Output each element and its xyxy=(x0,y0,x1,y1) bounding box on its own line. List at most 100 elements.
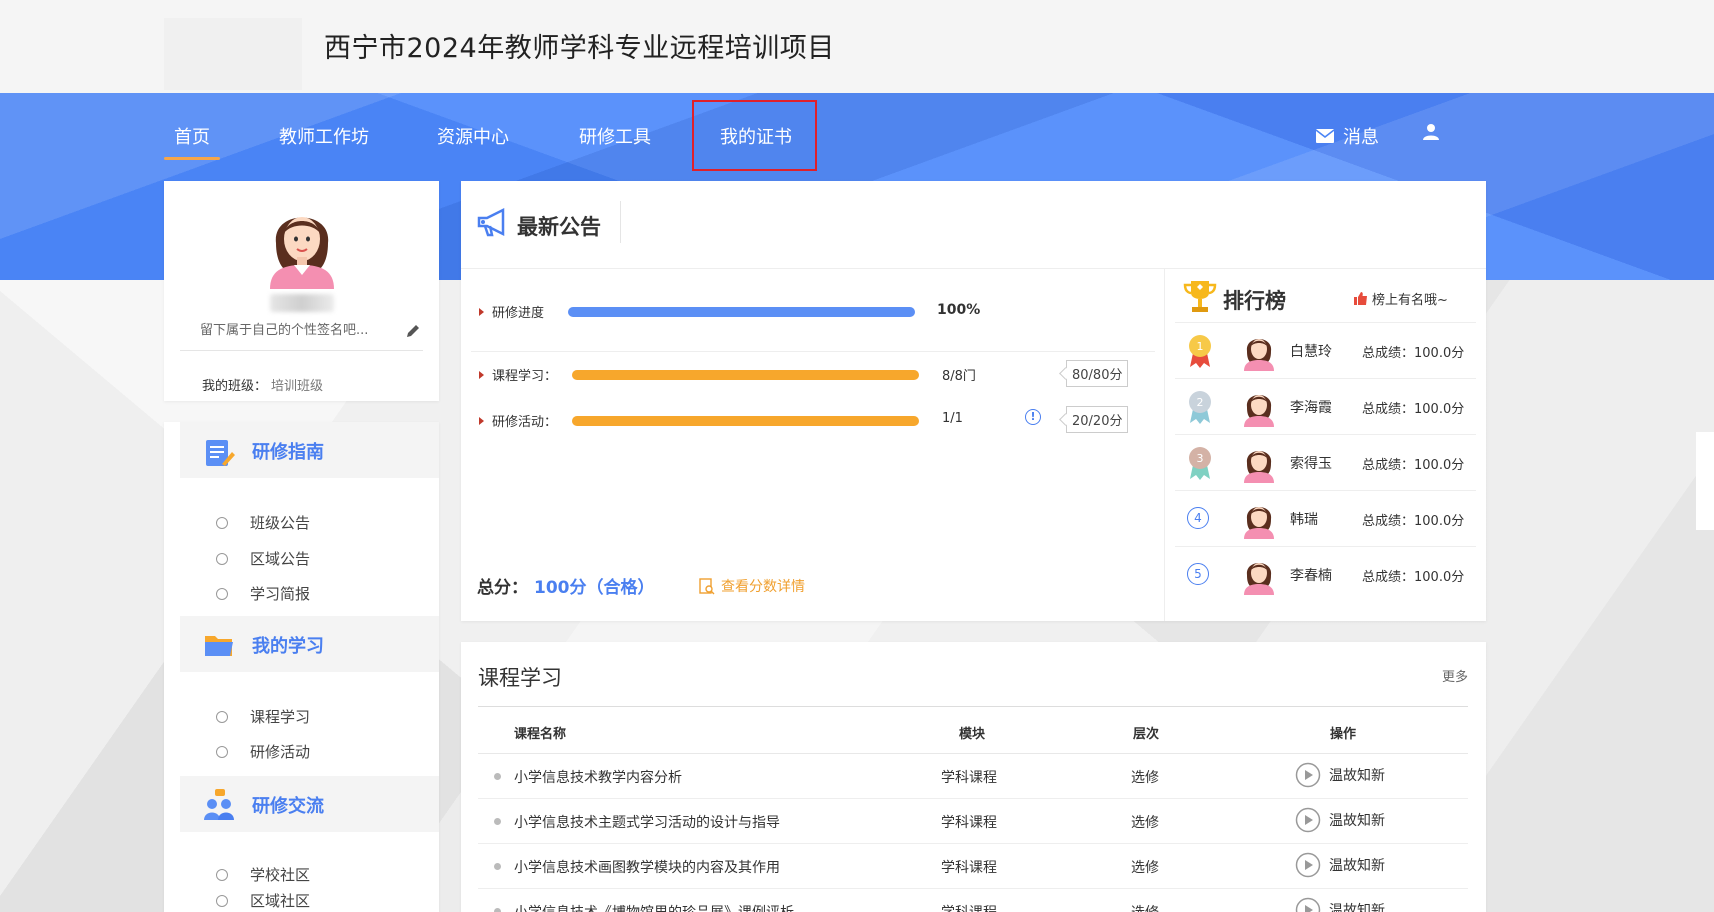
course-name[interactable]: 小学信息技术画图教学模块的内容及其作用 xyxy=(514,857,914,877)
bronze-medal-icon: 3 xyxy=(1189,447,1211,480)
signature-placeholder: 留下属于自己的个性签名吧... xyxy=(200,323,369,338)
ranking-name: 韩瑞 xyxy=(1290,512,1318,528)
ranking-name: 李春楠 xyxy=(1290,568,1332,584)
nav-item-tools[interactable]: 研修工具 xyxy=(579,123,651,149)
review-button[interactable]: 温故知新 xyxy=(1295,852,1385,878)
nav-item-resources[interactable]: 资源中心 xyxy=(437,123,509,149)
course-level: 选修 xyxy=(1131,860,1159,876)
messages-button[interactable]: 消息 xyxy=(1315,123,1379,149)
overall-progress-value: 100% xyxy=(937,302,981,318)
ranking-row[interactable]: 4 韩瑞 总成绩：100.0分 xyxy=(1175,491,1476,547)
activity-progress-label: 研修活动： xyxy=(479,411,557,430)
menu-section-exchange[interactable]: 研修交流 xyxy=(180,776,439,832)
notepad-icon xyxy=(206,440,235,466)
course-name[interactable]: 小学信息技术《博物馆里的珍品展》课例评析 xyxy=(514,902,914,912)
mail-icon xyxy=(1315,129,1335,143)
thumbs-up-icon xyxy=(1354,292,1367,305)
total-value: 100分（合格） xyxy=(534,578,655,598)
activity-score-tag: 20/20分 xyxy=(1066,406,1129,433)
avatar[interactable] xyxy=(262,199,342,289)
course-name[interactable]: 小学信息技术教学内容分析 xyxy=(514,767,914,787)
course-section-title: 课程学习 xyxy=(478,666,562,690)
table-row: 小学信息技术主题式学习活动的设计与指导 学科课程 选修 温故知新 xyxy=(478,799,1468,844)
ranking-score: 总成绩：100.0分 xyxy=(1362,570,1465,585)
progress-panel: 研修进度 100% 课程学习： 8/8门 80/80分 研修活动： 1/1 ! … xyxy=(461,269,1165,621)
gold-medal-icon: 1 xyxy=(1189,335,1211,368)
document-search-icon xyxy=(699,577,715,594)
column-header: 课程名称 xyxy=(514,727,567,742)
avatar xyxy=(1244,507,1274,539)
menu-section-title: 研修交流 xyxy=(252,796,324,817)
group-chat-icon xyxy=(204,789,234,820)
ranking-score: 总成绩：100.0分 xyxy=(1362,346,1465,361)
overall-progress-fill xyxy=(568,307,915,317)
table-row: 小学信息技术《博物馆里的珍品展》课例评析 学科课程 选修 温故知新 xyxy=(478,889,1468,912)
menu-item-activities[interactable]: 研修活动 xyxy=(216,741,310,762)
course-score-tag: 80/80分 xyxy=(1066,360,1129,387)
avatar xyxy=(1244,563,1274,595)
course-level: 选修 xyxy=(1131,902,1159,912)
svg-text:3: 3 xyxy=(1197,452,1204,465)
course-module: 学科课程 xyxy=(941,815,997,831)
table-row: 小学信息技术教学内容分析 学科课程 选修 温故知新 xyxy=(478,754,1468,799)
ranking-subtitle: 榜上有名哦~ xyxy=(1353,289,1448,308)
side-menu: 研修指南 班级公告 区域公告 学习简报 我的学习 课程学习 研修活动 研修交流 … xyxy=(164,422,439,912)
megaphone-icon xyxy=(477,207,505,237)
floating-side-tab[interactable] xyxy=(1696,432,1714,530)
table-header: 课程名称 模块 层次 操作 xyxy=(478,706,1468,754)
course-level: 选修 xyxy=(1131,770,1159,786)
rank-number: 5 xyxy=(1187,563,1209,585)
menu-item-class-announcements[interactable]: 班级公告 xyxy=(216,512,310,533)
review-button[interactable]: 温故知新 xyxy=(1295,807,1385,833)
menu-item-study-briefing[interactable]: 学习简报 xyxy=(216,583,310,604)
pencil-icon[interactable] xyxy=(405,323,421,339)
nav-item-certificates[interactable]: 我的证书 xyxy=(720,123,792,149)
menu-item-area-community[interactable]: 区域社区 xyxy=(216,890,310,911)
menu-section-my-study[interactable]: 我的学习 xyxy=(180,616,439,672)
ranking-name: 李海霞 xyxy=(1290,400,1332,416)
menu-item-area-announcements[interactable]: 区域公告 xyxy=(216,548,310,569)
silver-medal-icon: 2 xyxy=(1189,391,1211,424)
overall-progress-bar xyxy=(568,307,915,317)
menu-item-course-study[interactable]: 课程学习 xyxy=(216,706,310,727)
nav-item-workshop[interactable]: 教师工作坊 xyxy=(279,123,369,149)
play-icon xyxy=(1295,762,1321,788)
avatar xyxy=(1244,339,1274,371)
ranking-score: 总成绩：100.0分 xyxy=(1362,514,1465,529)
ranking-row[interactable]: 3 索得玉 总成绩：100.0分 xyxy=(1175,435,1476,491)
announcement-header[interactable]: 最新公告 xyxy=(461,181,1486,269)
course-module: 学科课程 xyxy=(941,770,997,786)
total-score: 总分： 100分（合格） xyxy=(477,573,655,598)
user-menu-button[interactable] xyxy=(1422,123,1440,141)
ranking-score: 总成绩：100.0分 xyxy=(1362,458,1465,473)
play-icon xyxy=(1295,807,1321,833)
info-icon[interactable]: ! xyxy=(1025,409,1041,425)
folder-icon xyxy=(205,636,233,656)
menu-section-guide[interactable]: 研修指南 xyxy=(180,422,439,478)
total-label: 总分： xyxy=(477,578,528,598)
course-progress-count: 8/8门 xyxy=(942,369,976,384)
menu-section-title: 我的学习 xyxy=(252,636,324,657)
ranking-name: 索得玉 xyxy=(1290,456,1332,472)
signature-field[interactable]: 留下属于自己的个性签名吧... xyxy=(180,319,423,351)
trophy-icon xyxy=(1183,281,1217,312)
nav-item-home[interactable]: 首页 xyxy=(164,123,220,160)
ranking-row[interactable]: 2 李海霞 总成绩：100.0分 xyxy=(1175,379,1476,435)
activity-progress-bar xyxy=(572,416,919,426)
course-module: 学科课程 xyxy=(941,860,997,876)
course-name[interactable]: 小学信息技术主题式学习活动的设计与指导 xyxy=(514,812,914,832)
messages-label: 消息 xyxy=(1343,127,1379,148)
ranking-row[interactable]: 5 李春楠 总成绩：100.0分 xyxy=(1175,547,1476,603)
rank-number: 4 xyxy=(1187,507,1209,529)
username-blurred xyxy=(270,294,334,312)
score-detail-link[interactable]: 查看分数详情 xyxy=(699,576,805,596)
review-button[interactable]: 温故知新 xyxy=(1295,897,1385,912)
ranking-row[interactable]: 1 白慧玲 总成绩：100.0分 xyxy=(1175,323,1476,379)
announcement-title: 最新公告 xyxy=(517,215,601,239)
activity-progress-fill xyxy=(572,416,919,426)
main-nav: 首页 教师工作坊 资源中心 研修工具 我的证书 消息 xyxy=(0,93,1714,181)
profile-card: 留下属于自己的个性签名吧... 我的班级： 培训班级 xyxy=(164,181,439,401)
menu-item-school-community[interactable]: 学校社区 xyxy=(216,864,310,885)
review-button[interactable]: 温故知新 xyxy=(1295,762,1385,788)
more-link[interactable]: 更多 xyxy=(1442,666,1468,685)
